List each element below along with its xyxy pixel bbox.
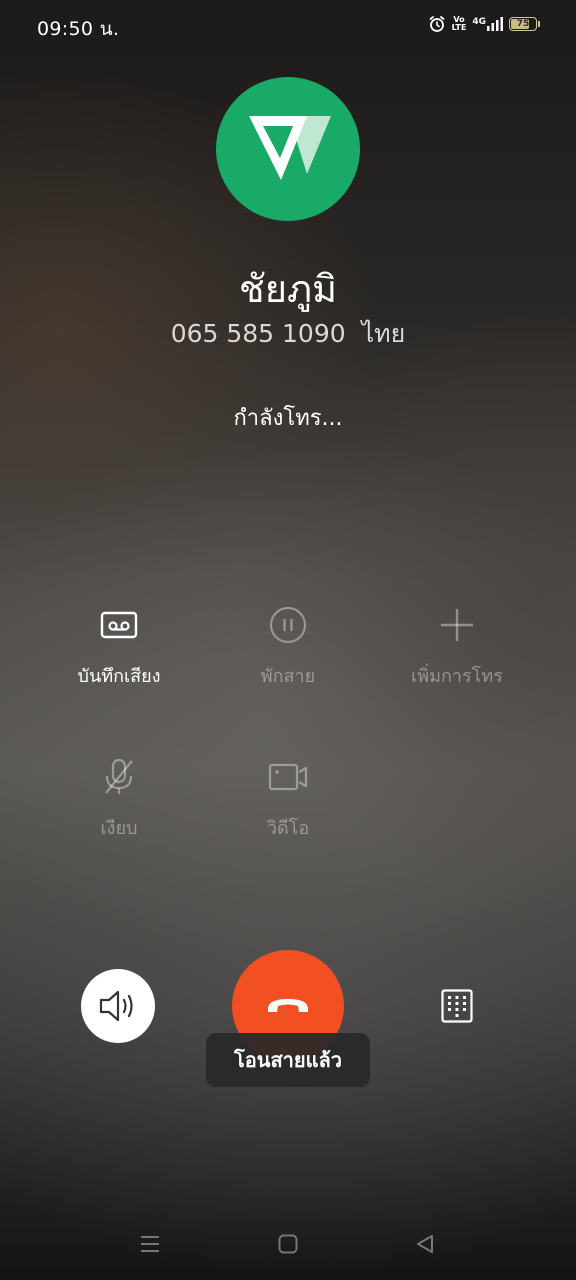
add-call-label: เพิ่มการโทร xyxy=(411,666,503,687)
number-region: ไทย xyxy=(361,319,406,348)
status-time: 09:50 น. xyxy=(37,18,120,40)
contact-avatar xyxy=(216,77,360,221)
speaker-button[interactable] xyxy=(81,969,155,1043)
network-type: 4G xyxy=(472,17,486,27)
video-button[interactable]: วิดีโอ xyxy=(208,755,368,842)
volte-icon: Vo LTE xyxy=(451,15,467,32)
keypad-button[interactable] xyxy=(437,986,477,1026)
video-label: วิดีโอ xyxy=(266,818,310,839)
app-logo-icon xyxy=(249,116,331,180)
keypad-icon xyxy=(441,989,473,1023)
alarm-icon xyxy=(429,16,445,32)
call-status: กำลังโทร... xyxy=(233,406,343,431)
contact-number-line: 065 585 1090 ไทย xyxy=(0,314,576,354)
contact-name: ชัยภูมิ xyxy=(238,267,338,311)
record-button[interactable]: บันทึกเสียง xyxy=(39,603,199,690)
phone-number: 065 585 1090 xyxy=(170,319,346,348)
plus-icon xyxy=(441,609,473,641)
signal-icon xyxy=(487,17,503,31)
video-icon xyxy=(268,763,308,791)
menu-icon xyxy=(141,1236,159,1252)
back-icon xyxy=(417,1235,433,1253)
battery-icon: 75 xyxy=(509,17,537,31)
record-tape-icon xyxy=(100,611,138,639)
end-call-icon xyxy=(268,999,308,1012)
mic-off-icon xyxy=(105,758,133,794)
hold-label: พักสาย xyxy=(260,666,316,687)
status-bar: 09:50 น. Vo LTE 4G 75 xyxy=(0,0,576,50)
record-label: บันทึกเสียง xyxy=(77,666,161,687)
battery-indicator: 75 xyxy=(509,17,540,31)
hold-button[interactable]: พักสาย xyxy=(208,603,368,690)
battery-percent: 75 xyxy=(516,19,530,29)
home-icon xyxy=(278,1234,298,1254)
mute-label: เงียบ xyxy=(100,818,138,839)
pause-icon xyxy=(269,606,307,644)
menu-nav-button[interactable] xyxy=(130,1224,170,1264)
home-nav-button[interactable] xyxy=(268,1224,308,1264)
back-nav-button[interactable] xyxy=(405,1224,445,1264)
network-signal: 4G xyxy=(472,17,503,31)
mute-button[interactable]: เงียบ xyxy=(39,755,199,842)
add-call-button[interactable]: เพิ่มการโทร xyxy=(377,603,537,690)
speaker-icon xyxy=(99,990,133,1022)
toast-message: โอนสายแล้ว xyxy=(206,1033,370,1087)
status-icons: Vo LTE 4G 75 xyxy=(428,15,540,33)
